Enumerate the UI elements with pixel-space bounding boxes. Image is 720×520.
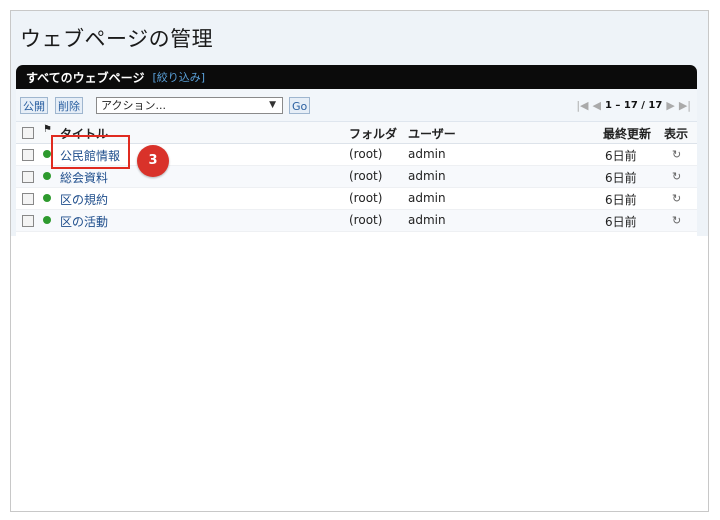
page-title: ウェブページの管理 <box>20 27 214 51</box>
step-number-badge: 3 <box>137 145 169 177</box>
folder-cell: (root) <box>349 213 383 227</box>
folder-cell: (root) <box>349 169 383 183</box>
published-status-icon <box>43 194 51 202</box>
last-page-icon[interactable]: ▶| <box>679 99 691 112</box>
user-cell: admin <box>408 169 446 183</box>
prev-page-icon[interactable]: ◀ <box>593 99 601 112</box>
action-select[interactable]: アクション... ▼ <box>96 97 283 114</box>
page-title-link[interactable]: 区の活動 <box>60 213 108 230</box>
row-checkbox[interactable] <box>22 193 34 205</box>
user-cell: admin <box>408 147 446 161</box>
go-button[interactable]: Go <box>289 97 311 114</box>
pager: |◀ ◀ 1 – 17 / 17 ▶ ▶| <box>576 99 691 112</box>
toolbar: 公開 削除 アクション... ▼ Go |◀ ◀ 1 – 17 / 17 ▶ ▶… <box>16 89 697 122</box>
flag-icon: ⚑ <box>43 124 52 135</box>
updated-cell: 6日前 <box>605 215 637 229</box>
user-cell: admin <box>408 191 446 205</box>
view-icon[interactable]: ↻ <box>672 214 681 227</box>
row-checkbox[interactable] <box>22 171 34 183</box>
published-status-icon <box>43 172 51 180</box>
action-select-value: アクション... <box>101 99 166 112</box>
section-title: すべてのウェブページ <box>26 70 145 85</box>
updated-cell: 6日前 <box>605 149 637 163</box>
pager-range: 1 – 17 / 17 <box>604 100 663 111</box>
page-title-link[interactable]: 区の規約 <box>60 191 108 208</box>
folder-cell: (root) <box>349 191 383 205</box>
updated-cell: 6日前 <box>605 193 637 207</box>
next-page-icon[interactable]: ▶ <box>666 99 674 112</box>
highlight-box <box>51 135 130 169</box>
folder-cell: (root) <box>349 147 383 161</box>
updated-cell: 6日前 <box>605 171 637 185</box>
table-row: 区の活動 (root) admin 6日前 ↻ <box>16 210 697 232</box>
view-icon[interactable]: ↻ <box>672 170 681 183</box>
table-row: 総会資料 (root) admin 6日前 ↻ <box>16 166 697 188</box>
first-page-icon[interactable]: |◀ <box>576 99 588 112</box>
section-header-bar: すべてのウェブページ [絞り込み] <box>16 65 697 89</box>
column-view: 表示 <box>664 127 689 141</box>
column-folder[interactable]: フォルダ <box>349 125 397 142</box>
filter-link[interactable]: [絞り込み] <box>152 69 205 85</box>
content-area: ウェブページの管理 すべてのウェブページ [絞り込み] 公開 削除 アクション.… <box>11 11 708 236</box>
row-checkbox[interactable] <box>22 215 34 227</box>
publish-button[interactable]: 公開 <box>20 97 48 114</box>
table-row: 区の規約 (root) admin 6日前 ↻ <box>16 188 697 210</box>
view-icon[interactable]: ↻ <box>672 192 681 205</box>
page-title-link[interactable]: 総会資料 <box>60 169 108 186</box>
view-icon[interactable]: ↻ <box>672 148 681 161</box>
user-cell: admin <box>408 213 446 227</box>
published-status-icon <box>43 216 51 224</box>
column-user[interactable]: ユーザー <box>408 125 456 142</box>
delete-button[interactable]: 削除 <box>55 97 83 114</box>
chevron-down-icon: ▼ <box>269 100 276 110</box>
window: ウェブページの管理 すべてのウェブページ [絞り込み] 公開 削除 アクション.… <box>10 10 709 512</box>
column-updated[interactable]: 最終更新 <box>603 125 651 142</box>
row-checkbox[interactable] <box>22 149 34 161</box>
published-status-icon <box>43 150 51 158</box>
select-all-checkbox[interactable] <box>22 127 34 139</box>
